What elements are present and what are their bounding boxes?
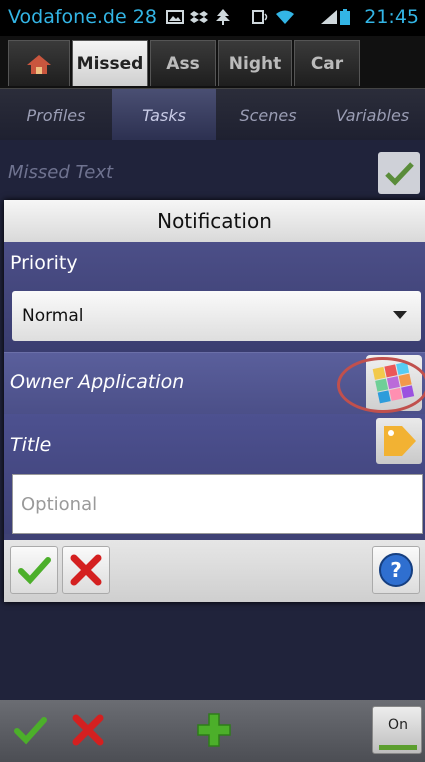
title-input[interactable] bbox=[12, 474, 423, 534]
dialog-action-bar: ? bbox=[4, 540, 425, 602]
background-apply-button bbox=[378, 152, 420, 194]
plus-icon bbox=[197, 713, 231, 747]
tab-label: Profiles bbox=[26, 105, 86, 125]
cancel-button[interactable] bbox=[62, 546, 110, 594]
tab-night[interactable]: Night bbox=[218, 40, 292, 86]
tab-label: Ass bbox=[166, 53, 200, 74]
tab-label: Scenes bbox=[239, 105, 297, 125]
tab-missed[interactable]: Missed bbox=[72, 40, 148, 86]
status-bar: Vodafone.de 28 21:45 bbox=[0, 0, 425, 36]
priority-section: Priority Normal bbox=[4, 242, 425, 352]
tab-label: Tasks bbox=[142, 105, 186, 125]
bottom-bar: On bbox=[0, 700, 425, 762]
title-label: Title bbox=[10, 434, 52, 456]
tab-tasks[interactable]: Tasks bbox=[112, 89, 216, 141]
tab-label: Night bbox=[228, 53, 282, 74]
dialog-title: Notification bbox=[4, 200, 425, 242]
toggle-label: On bbox=[388, 717, 408, 733]
home-icon bbox=[27, 54, 51, 74]
priority-label: Priority bbox=[10, 252, 78, 274]
dropbox-icon bbox=[190, 11, 208, 23]
priority-value: Normal bbox=[22, 306, 84, 326]
checkmark-icon bbox=[385, 162, 414, 186]
dialog-title-text: Notification bbox=[157, 209, 272, 233]
add-action-button[interactable] bbox=[190, 706, 238, 754]
help-button[interactable]: ? bbox=[372, 546, 420, 594]
gallery-icon bbox=[166, 10, 184, 24]
close-icon bbox=[72, 714, 104, 746]
dropdown-arrow-icon bbox=[393, 311, 407, 319]
owner-application-section: Owner Application bbox=[4, 352, 425, 415]
tab-label: Missed bbox=[76, 53, 144, 74]
highlight-annotation-circle bbox=[337, 357, 425, 413]
tab-car[interactable]: Car bbox=[294, 40, 360, 86]
project-tab-bar: Missed Ass Night Car bbox=[0, 36, 425, 88]
tree-icon bbox=[216, 9, 230, 25]
tab-variables[interactable]: Variables bbox=[320, 89, 425, 141]
variable-tag-button[interactable] bbox=[376, 418, 422, 464]
clock: 21:45 bbox=[364, 6, 419, 28]
tag-icon bbox=[384, 426, 416, 456]
battery-icon bbox=[340, 9, 350, 25]
toggle-indicator bbox=[379, 745, 417, 750]
wifi-icon bbox=[276, 10, 294, 24]
tab-home[interactable] bbox=[8, 40, 70, 86]
priority-dropdown[interactable]: Normal bbox=[12, 291, 421, 341]
enable-toggle[interactable]: On bbox=[372, 706, 422, 754]
checkmark-icon bbox=[18, 557, 51, 585]
cast-icon bbox=[252, 10, 268, 24]
tab-ass[interactable]: Ass bbox=[150, 40, 216, 86]
checkmark-icon bbox=[14, 717, 47, 745]
notification-dialog: Notification Priority Normal Owner Appli… bbox=[4, 200, 425, 602]
task-name: Missed Text bbox=[8, 162, 114, 183]
carrier-label: Vodafone.de 28 bbox=[8, 6, 157, 28]
tab-profiles[interactable]: Profiles bbox=[0, 89, 112, 141]
tab-scenes[interactable]: Scenes bbox=[216, 89, 320, 141]
title-section: Title bbox=[4, 414, 425, 534]
tab-label: Variables bbox=[335, 105, 410, 125]
ok-button[interactable] bbox=[10, 546, 58, 594]
svg-text:?: ? bbox=[390, 558, 402, 582]
section-tab-bar: Profiles Tasks Scenes Variables bbox=[0, 88, 425, 141]
apply-button[interactable] bbox=[6, 706, 54, 754]
signal-icon bbox=[321, 10, 337, 24]
close-icon bbox=[70, 554, 102, 586]
discard-button[interactable] bbox=[64, 706, 112, 754]
tab-label: Car bbox=[310, 53, 344, 74]
owner-application-label: Owner Application bbox=[10, 371, 185, 393]
help-icon: ? bbox=[379, 553, 413, 587]
